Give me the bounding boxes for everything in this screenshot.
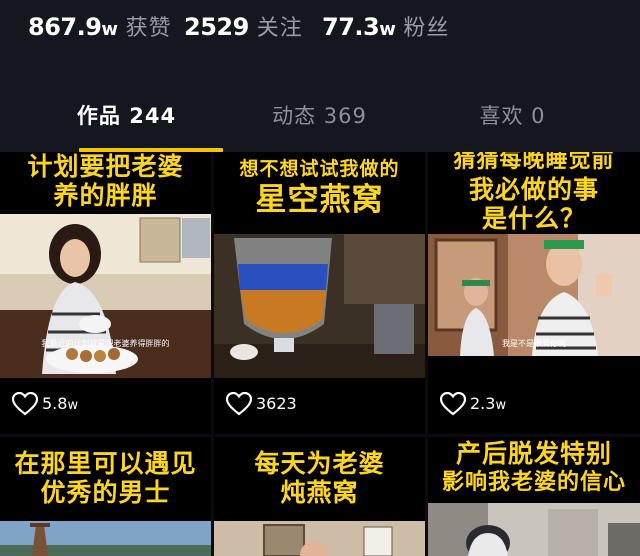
stat-label: 粉丝 — [403, 16, 450, 41]
video-thumbnail: 我是不是很爱你啊 — [428, 234, 640, 356]
profile-stats-bar: 867.9w 获赞 2529 关注 77.3w 粉丝 — [0, 0, 640, 86]
stat-value: 2529 — [184, 13, 249, 41]
video-card[interactable]: 产后脱发特别 影响我老婆的信心 — [428, 437, 640, 556]
stat-following[interactable]: 2529 关注 — [184, 10, 303, 42]
video-caption: 想不想试试我做的 星空燕窝 — [239, 158, 400, 218]
tab-works[interactable]: 作品 244 — [20, 100, 233, 140]
video-caption: 每天为老婆 炖燕窝 — [254, 449, 385, 507]
like-count: 5.8w — [42, 394, 79, 413]
stat-likes-received[interactable]: 867.9w 获赞 — [28, 10, 172, 42]
video-thumbnail — [428, 503, 640, 556]
video-likes: 2.3w — [428, 378, 640, 434]
like-count: 2.3w — [470, 394, 507, 413]
video-thumbnail — [0, 521, 211, 556]
video-card[interactable]: 每天为老婆 炖燕窝 — [214, 437, 425, 556]
video-card[interactable]: 想不想试试我做的 星空燕窝 3623 — [214, 152, 425, 434]
video-caption: 猜猜每晚睡觉前 我必做的事 是什么？ — [453, 152, 615, 233]
tab-likes[interactable]: 喜欢 0 — [406, 100, 619, 140]
tab-updates[interactable]: 动态 369 — [213, 100, 426, 140]
video-card[interactable]: 在那里可以遇见 优秀的男士 — [0, 437, 211, 556]
video-likes: 5.8w — [0, 378, 211, 434]
video-thumbnail — [214, 234, 425, 378]
stat-value: 77.3w — [322, 13, 396, 41]
stat-value: 867.9w — [28, 13, 118, 41]
stat-followers[interactable]: 77.3w 粉丝 — [322, 10, 449, 42]
video-caption: 计划要把老婆 养的胖胖 — [27, 152, 184, 210]
video-card[interactable]: 猜猜每晚睡觉前 我必做的事 是什么？ 我是不是很爱你啊 2.3w — [428, 152, 640, 434]
video-subtitle: 我是不是很爱你啊 — [502, 339, 566, 348]
video-card[interactable]: 计划要把老婆 养的胖胖 我最近的计划就是把老婆养得胖胖的 5.8w — [0, 152, 211, 434]
heart-outline-icon[interactable] — [226, 392, 252, 416]
video-caption: 产后脱发特别 影响我老婆的信心 — [441, 439, 626, 495]
video-likes: 3623 — [214, 378, 425, 434]
video-thumbnail: 我最近的计划就是把老婆养得胖胖的 — [0, 214, 211, 378]
heart-outline-icon[interactable] — [440, 392, 466, 416]
video-subtitle: 我最近的计划就是把老婆养得胖胖的 — [41, 339, 170, 348]
video-thumbnail — [214, 521, 425, 556]
like-count: 3623 — [256, 394, 297, 413]
video-grid: 计划要把老婆 养的胖胖 我最近的计划就是把老婆养得胖胖的 5.8w 想不想试试我… — [0, 152, 640, 556]
stat-label: 获赞 — [125, 16, 172, 41]
stat-label: 关注 — [256, 16, 303, 41]
profile-tabs: 作品 244 动态 369 喜欢 0 — [0, 86, 640, 152]
video-caption: 在那里可以遇见 优秀的男士 — [14, 449, 197, 507]
heart-outline-icon[interactable] — [12, 392, 38, 416]
